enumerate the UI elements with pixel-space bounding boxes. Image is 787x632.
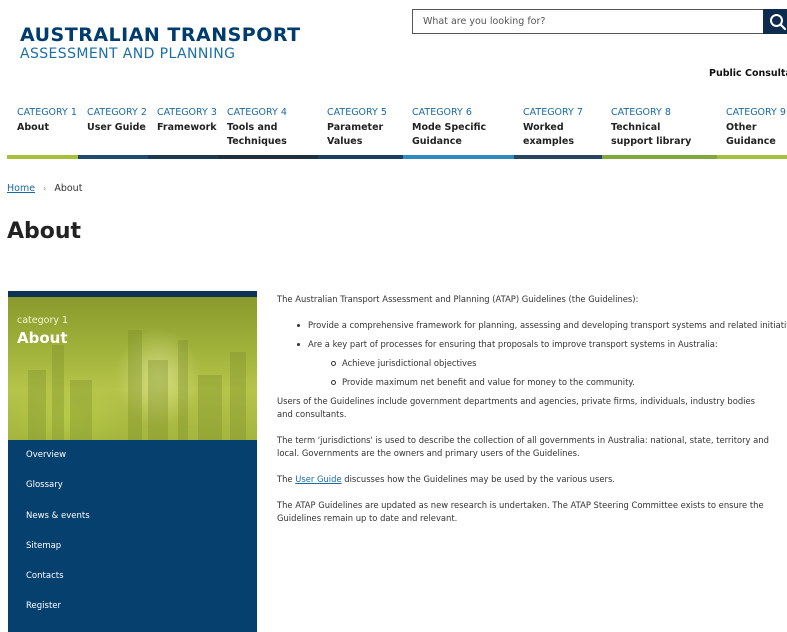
nav-category-label: CATEGORY 2 xyxy=(87,107,147,118)
jurisdictions-paragraph: The term 'jurisdictions' is used to desc… xyxy=(277,435,769,458)
category-nav: CATEGORY 1 About CATEGORY 2 User Guide C… xyxy=(0,107,787,159)
list-item-text: Are a key part of processes for ensuring… xyxy=(308,339,718,349)
search-bar xyxy=(412,9,787,34)
sidebar-menu: Overview Glossary News & events Sitemap … xyxy=(8,440,257,622)
main-content: The Australian Transport Assessment and … xyxy=(277,293,787,525)
breadcrumb-home-link[interactable]: Home xyxy=(7,183,35,194)
nav-category-8[interactable]: CATEGORY 8 Technical support library xyxy=(611,107,711,159)
nav-color-bar xyxy=(78,155,148,159)
sidebar-link-news-events[interactable]: News & events xyxy=(8,501,257,531)
breadcrumb: Home › About xyxy=(7,183,82,194)
nav-color-bar xyxy=(218,155,318,159)
page-title: About xyxy=(7,219,82,244)
nav-category-5[interactable]: CATEGORY 5 Parameter Values xyxy=(327,107,407,159)
list-item: Are a key part of processes for ensuring… xyxy=(297,338,787,389)
logo-title: AUSTRALIAN TRANSPORT xyxy=(20,24,301,46)
sidebar-link-overview[interactable]: Overview xyxy=(8,440,257,470)
nav-category-label: CATEGORY 7 xyxy=(523,107,583,118)
users-paragraph: Users of the Guidelines include governme… xyxy=(277,396,755,419)
search-icon xyxy=(770,13,787,30)
updates-paragraph: The ATAP Guidelines are updated as new r… xyxy=(277,500,764,523)
breadcrumb-current: About xyxy=(54,183,83,194)
nav-color-bar xyxy=(148,155,218,159)
sub-bullet-list: Achieve jurisdictional objectives Provid… xyxy=(308,357,787,389)
nav-category-3[interactable]: CATEGORY 3 Framework xyxy=(157,107,223,159)
nav-category-title: Mode Specific Guidance xyxy=(412,122,487,147)
sidebar: category 1 About Overview Glossary News … xyxy=(8,291,257,632)
list-item: Provide a comprehensive framework for pl… xyxy=(297,319,787,332)
site-logo[interactable]: AUSTRALIAN TRANSPORT ASSESSMENT AND PLAN… xyxy=(20,24,301,62)
sidebar-title: About xyxy=(17,329,68,347)
bullet-list: Provide a comprehensive framework for pl… xyxy=(277,319,787,389)
nav-category-7[interactable]: CATEGORY 7 Worked examples xyxy=(523,107,605,159)
nav-category-label: CATEGORY 4 xyxy=(227,107,287,118)
sidebar-banner-image: category 1 About xyxy=(8,297,257,440)
nav-color-bar xyxy=(514,155,602,159)
public-consultation-link[interactable]: Public Consultation xyxy=(709,68,787,79)
sub-list-item: Provide maximum net benefit and value fo… xyxy=(331,376,787,389)
nav-category-title: Tools and Techniques xyxy=(227,122,287,147)
nav-category-label: CATEGORY 6 xyxy=(412,107,472,118)
nav-category-title: About xyxy=(17,122,49,133)
user-guide-text-post: discusses how the Guidelines may be used… xyxy=(341,474,615,484)
nav-category-1[interactable]: CATEGORY 1 About xyxy=(17,107,83,159)
nav-category-2[interactable]: CATEGORY 2 User Guide xyxy=(87,107,153,159)
nav-category-label: CATEGORY 1 xyxy=(17,107,77,118)
nav-category-6[interactable]: CATEGORY 6 Mode Specific Guidance xyxy=(412,107,517,159)
nav-color-bar xyxy=(7,155,78,159)
user-guide-text-pre: The xyxy=(277,474,296,484)
nav-color-bar xyxy=(318,155,403,159)
logo-subtitle: ASSESSMENT AND PLANNING xyxy=(20,46,236,62)
nav-category-title: Technical support library xyxy=(611,122,692,147)
nav-color-bar xyxy=(602,155,717,159)
nav-category-title: Worked examples xyxy=(523,122,575,147)
intro-paragraph: The Australian Transport Assessment and … xyxy=(277,294,639,304)
nav-category-label: CATEGORY 8 xyxy=(611,107,671,118)
search-button[interactable] xyxy=(763,9,787,34)
nav-category-9[interactable]: CATEGORY 9 Other Guidance xyxy=(726,107,787,159)
nav-color-bar xyxy=(717,155,787,159)
sidebar-category-label: category 1 xyxy=(17,315,69,326)
chevron-right-icon: › xyxy=(43,184,47,193)
nav-category-label: CATEGORY 3 xyxy=(157,107,217,118)
sidebar-link-register[interactable]: Register xyxy=(8,591,257,621)
nav-category-title: Framework xyxy=(157,122,217,133)
search-input[interactable] xyxy=(412,9,763,34)
nav-category-title: Other Guidance xyxy=(726,122,776,147)
user-guide-link[interactable]: User Guide xyxy=(295,474,341,484)
nav-category-label: CATEGORY 5 xyxy=(327,107,387,118)
nav-color-bar xyxy=(403,155,514,159)
nav-category-4[interactable]: CATEGORY 4 Tools and Techniques xyxy=(227,107,317,159)
sidebar-link-sitemap[interactable]: Sitemap xyxy=(8,531,257,561)
sidebar-link-contacts[interactable]: Contacts xyxy=(8,561,257,591)
nav-category-title: Parameter Values xyxy=(327,122,384,147)
sub-list-item: Achieve jurisdictional objectives xyxy=(331,357,787,370)
user-guide-paragraph: The User Guide discusses how the Guideli… xyxy=(277,473,787,486)
nav-category-label: CATEGORY 9 xyxy=(726,107,786,118)
sidebar-link-glossary[interactable]: Glossary xyxy=(8,470,257,500)
nav-category-title: User Guide xyxy=(87,122,146,133)
